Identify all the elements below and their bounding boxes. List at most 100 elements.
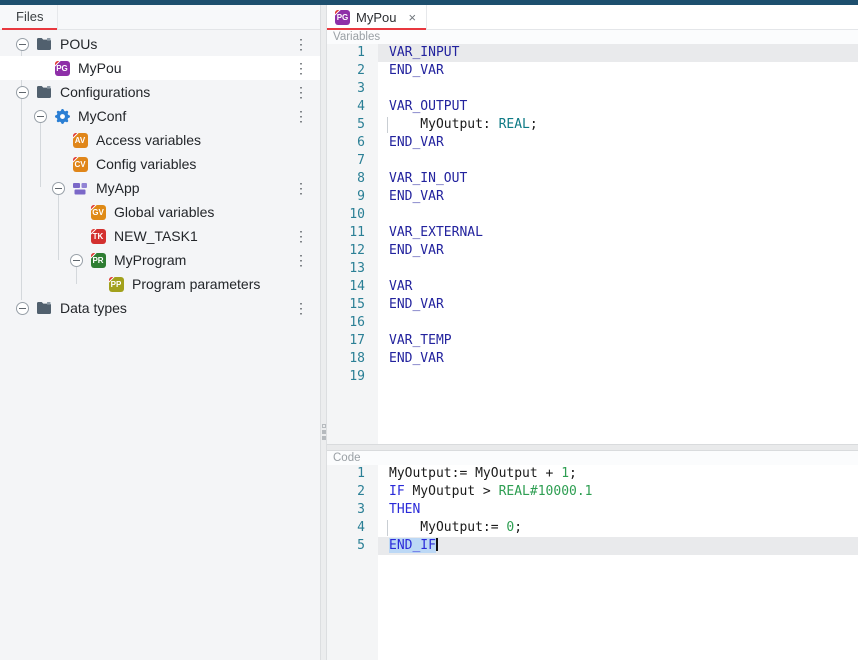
pg-badge-icon: PG (55, 61, 70, 76)
tree-item-config-variables[interactable]: CVConfig variables (0, 152, 320, 176)
kebab-menu-icon[interactable]: ⋮ (294, 109, 308, 123)
variables-code-area[interactable]: 1VAR_INPUT2END_VAR34 VAR_OUTPUT 5 MyOutput… (327, 44, 858, 444)
code-line[interactable]: 3THEN (327, 501, 858, 519)
close-tab-icon[interactable]: × (408, 10, 416, 25)
variables-line[interactable]: 6END_VAR (327, 134, 858, 152)
tk-badge-icon: TK (90, 228, 106, 244)
collapse-toggle-icon[interactable] (52, 182, 65, 195)
variables-editor: Variables 1VAR_INPUT2END_VAR34VAR_OUTPUT… (327, 30, 858, 444)
source-text (378, 368, 858, 386)
source-text: VAR_TEMP (378, 332, 858, 350)
line-number: 5 (327, 116, 378, 134)
code-token: END_VAR (389, 243, 444, 258)
tree-item-global-variables[interactable]: GVGlobal variables (0, 200, 320, 224)
source-text (378, 314, 858, 332)
tree-item-label: NEW_TASK1 (114, 228, 198, 244)
tree-item-access-variables[interactable]: AVAccess variables (0, 128, 320, 152)
indent-guide-line (387, 117, 388, 133)
code-token: END_VAR (389, 351, 444, 366)
line-number: 2 (327, 483, 378, 501)
source-text: VAR_IN_OUT (378, 170, 858, 188)
code-token: MyOutput: (389, 117, 499, 132)
code-token: MyOutput > (405, 484, 499, 499)
collapse-toggle-icon[interactable] (16, 302, 29, 315)
line-number: 13 (327, 260, 378, 278)
code-line[interactable]: 5END_IF (327, 537, 858, 555)
source-text: MyOutput: REAL; (378, 116, 858, 134)
cv-badge-icon: CV (73, 157, 88, 172)
tree-item-new-task1[interactable]: TK NEW_TASK1 ⋮ (0, 224, 320, 248)
kebab-menu-icon[interactable]: ⋮ (294, 253, 308, 267)
variables-line[interactable]: 12END_VAR (327, 242, 858, 260)
tree-item-myapp[interactable]: MyApp ⋮ (0, 176, 320, 200)
tree-item-myconf[interactable]: MyConf⋮ (0, 104, 320, 128)
collapse-toggle-icon[interactable] (34, 110, 47, 123)
kebab-menu-icon[interactable]: ⋮ (294, 37, 308, 51)
pg-badge-icon: PG (54, 60, 70, 76)
tree-item-data-types[interactable]: Data types⋮ (0, 296, 320, 320)
section-splitter[interactable] (327, 444, 858, 451)
code-code-area[interactable]: 1MyOutput:= MyOutput + 1;2IF MyOutput > … (327, 465, 858, 660)
variables-line[interactable]: 8VAR_IN_OUT (327, 170, 858, 188)
kebab-menu-icon[interactable]: ⋮ (294, 181, 308, 195)
gv-badge-icon: GV (90, 204, 106, 220)
tree-item-configurations[interactable]: Configurations⋮ (0, 80, 320, 104)
variables-line[interactable]: 9END_VAR (327, 188, 858, 206)
variables-line[interactable]: 1VAR_INPUT (327, 44, 858, 62)
variables-line[interactable]: 17VAR_TEMP (327, 332, 858, 350)
pou-editor: PG MyPou × Variables 1VAR_INPUT2END_VAR3… (327, 5, 858, 660)
variables-line[interactable]: 18END_VAR (327, 350, 858, 368)
variables-line[interactable]: 16 (327, 314, 858, 332)
collapse-toggle-icon[interactable] (16, 38, 29, 51)
files-panel: Files POUs⋮PGMyPou⋮Configurations⋮MyConf… (0, 5, 320, 660)
code-line[interactable]: 1MyOutput:= MyOutput + 1; (327, 465, 858, 483)
variables-line[interactable]: 4 VAR_OUTPUT (327, 98, 858, 116)
pg-badge-icon: PG (335, 10, 350, 25)
tree-item-pous[interactable]: POUs⋮ (0, 32, 320, 56)
kebab-menu-icon[interactable]: ⋮ (294, 229, 308, 243)
tab-mypou[interactable]: PG MyPou × (327, 5, 427, 29)
variables-line[interactable]: 5 MyOutput: REAL; (327, 116, 858, 134)
code-token: END_VAR (389, 297, 444, 312)
line-number: 4 (327, 98, 378, 116)
editor-tab-bar: PG MyPou × (327, 5, 858, 30)
code-token: REAL#10000.1 (499, 484, 593, 499)
code-token: VAR_EXTERNAL (389, 225, 483, 240)
panel-splitter[interactable] (320, 5, 327, 660)
tree-item-label: Program parameters (132, 276, 260, 292)
kebab-menu-icon[interactable]: ⋮ (294, 61, 308, 75)
variables-line[interactable]: 11VAR_EXTERNAL (327, 224, 858, 242)
tree-item-label: MyApp (96, 180, 140, 196)
variables-line[interactable]: 2END_VAR (327, 62, 858, 80)
variables-line[interactable]: 15END_VAR (327, 296, 858, 314)
source-text: MyOutput:= 0; (378, 519, 858, 537)
selected-text: END_IF (389, 538, 436, 553)
collapse-toggle-icon[interactable] (70, 254, 83, 267)
code-token: VAR_OUTPUT (389, 99, 467, 114)
kebab-menu-icon[interactable]: ⋮ (294, 301, 308, 315)
variables-line[interactable]: 19 (327, 368, 858, 386)
tree-item-program-parameters[interactable]: PPProgram parameters (0, 272, 320, 296)
code-token: ; (530, 117, 538, 132)
code-line[interactable]: 2IF MyOutput > REAL#10000.1 (327, 483, 858, 501)
variables-line[interactable]: 7 (327, 152, 858, 170)
variables-line[interactable]: 13 (327, 260, 858, 278)
project-tree: POUs⋮PGMyPou⋮Configurations⋮MyConf⋮AVAcc… (0, 30, 320, 320)
code-token: ; (514, 520, 522, 535)
code-token: VAR (389, 279, 412, 294)
code-token: 1 (561, 466, 569, 481)
tab-files[interactable]: Files (2, 5, 58, 29)
collapse-toggle-icon[interactable] (16, 86, 29, 99)
tree-item-mypou[interactable]: PGMyPou⋮ (0, 56, 320, 80)
folder-icon (36, 84, 52, 100)
variables-line[interactable]: 10 (327, 206, 858, 224)
line-number: 6 (327, 134, 378, 152)
variables-line[interactable]: 14VAR (327, 278, 858, 296)
variables-line[interactable]: 3 (327, 80, 858, 98)
code-token: REAL (499, 117, 530, 132)
source-text: IF MyOutput > REAL#10000.1 (378, 483, 858, 501)
code-line[interactable]: 4 MyOutput:= 0; (327, 519, 858, 537)
tree-item-myprogram[interactable]: PRMyProgram⋮ (0, 248, 320, 272)
indent-guide-line (387, 520, 388, 536)
kebab-menu-icon[interactable]: ⋮ (294, 85, 308, 99)
